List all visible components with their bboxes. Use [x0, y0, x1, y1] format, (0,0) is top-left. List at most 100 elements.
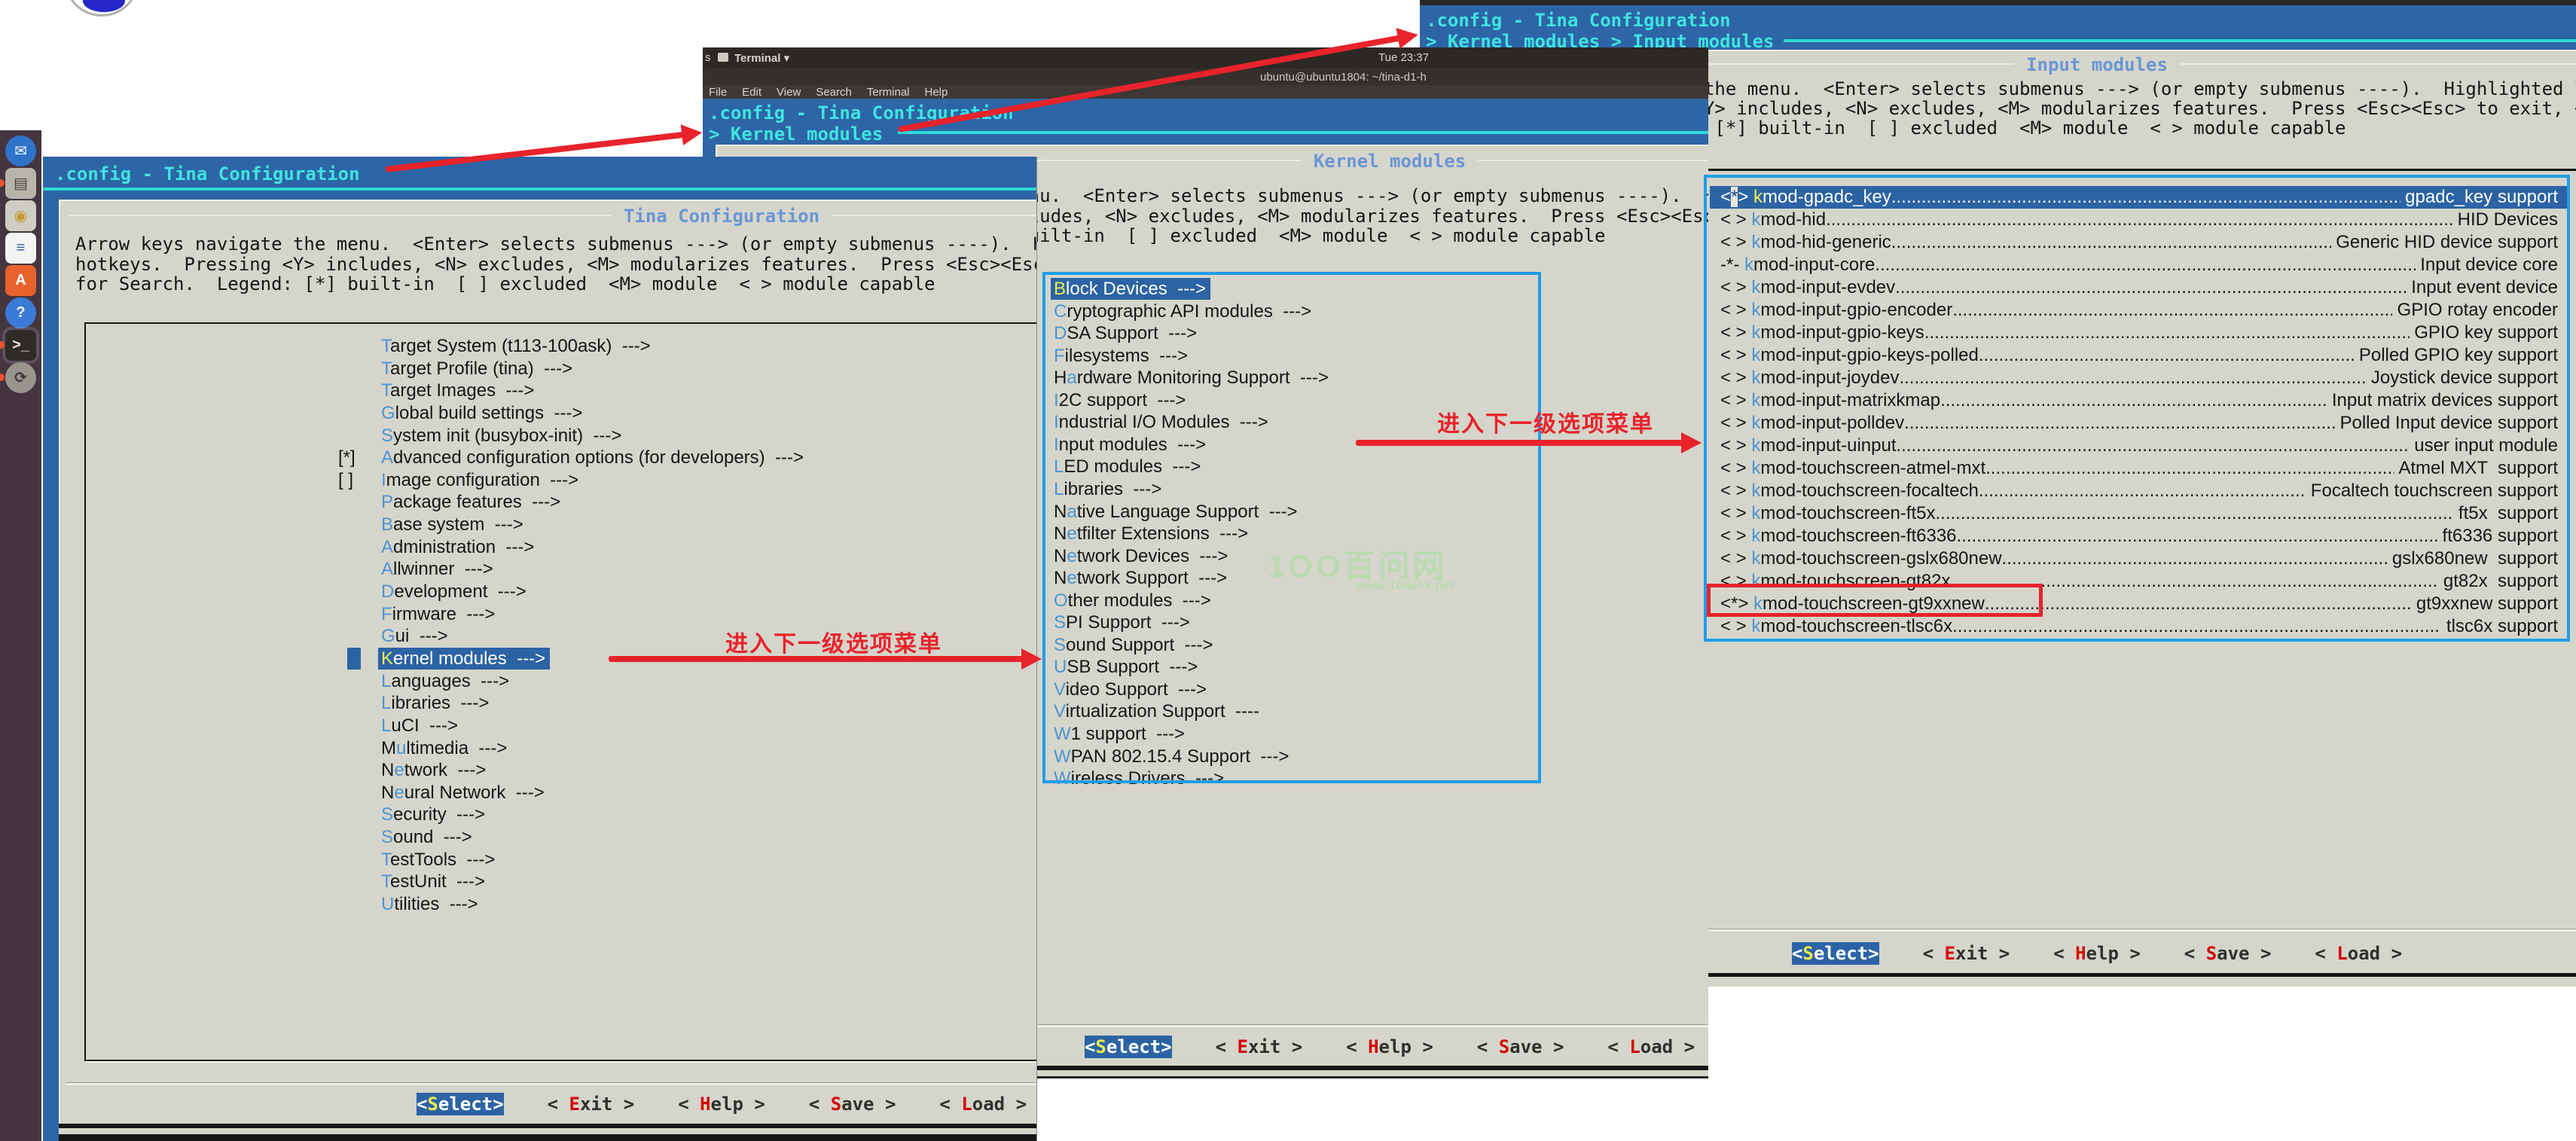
breadcrumb: > Kernel modules — [709, 124, 883, 145]
row-state-marker: < > — [1720, 457, 1751, 480]
panel-clock[interactable]: Tue 23:37 — [1378, 51, 1429, 64]
kmod-name: kmod-touchscreen-gslx680new — [1751, 548, 2001, 570]
kmod-row-kmod-touchscreen-gt82x[interactable]: < > kmod-touchscreen-gt82x..............… — [1710, 570, 2568, 593]
kmod-row-kmod-input-gpio-encoder[interactable]: < > kmod-input-gpio-encoder.............… — [1710, 299, 2568, 322]
button-select[interactable]: <Select> — [1792, 942, 1879, 965]
menu-item-target-images[interactable]: Target Images ---> — [86, 380, 1037, 401]
button-exit[interactable]: < Exit > — [548, 1093, 635, 1115]
menu-item-gui[interactable]: Gui ---> — [86, 625, 1037, 647]
menu-item-development[interactable]: Development ---> — [86, 581, 1037, 603]
menu-item-firmware[interactable]: Firmware ---> — [86, 603, 1037, 625]
menu-item-label: LuCI ---> — [378, 715, 462, 737]
kmod-row-kmod-input-gpio-keys-polled[interactable]: < > kmod-input-gpio-keys-polled.........… — [1710, 344, 2568, 367]
menubar-help[interactable]: Help — [925, 86, 948, 99]
kmod-row-kmod-gpadc-key[interactable]: <*> kmod-gpadc_key......................… — [1710, 186, 2568, 209]
menu-item-advanced-configuration-options-for-developers[interactable]: [*] Advanced configuration options (for … — [86, 447, 1037, 468]
menu-list: Target System (t113-100ask) --->Target P… — [84, 322, 1037, 1061]
menu-item-sound[interactable]: Sound ---> — [86, 826, 1037, 848]
terminal-icon[interactable]: >_ — [5, 330, 36, 361]
menu-item-label: DSA Support ---> — [1051, 322, 1201, 344]
menubar-search[interactable]: Search — [816, 86, 852, 99]
menu-item-package-features[interactable]: Package features ---> — [86, 491, 1037, 513]
ubuntu-software-icon[interactable]: A — [5, 265, 36, 296]
panel-app-menu[interactable]: Terminal ▾ — [734, 51, 789, 65]
menu-item-target-profile-tina[interactable]: Target Profile (tina) ---> — [86, 358, 1037, 380]
button-help[interactable]: < Help > — [678, 1093, 765, 1115]
kmod-row-kmod-input-joydev[interactable]: < > kmod-input-joydev...................… — [1710, 367, 2568, 389]
row-state-marker: < > — [1720, 570, 1751, 593]
kmod-row-kmod-input-gpio-keys[interactable]: < > kmod-input-gpio-keys................… — [1710, 322, 2568, 344]
button-select[interactable]: <Select> — [417, 1093, 504, 1115]
kmod-row-kmod-input-core[interactable]: -*- kmod-input-core.....................… — [1710, 254, 2568, 276]
menu-item-languages[interactable]: Languages ---> — [86, 670, 1037, 692]
kmod-row-kmod-hid[interactable]: < > kmod-hid............................… — [1710, 209, 2568, 231]
menu-item-system-init-busybox-init[interactable]: System init (busybox-init) ---> — [86, 425, 1037, 447]
menu-item-label: Wireless Drivers ---> — [1051, 767, 1228, 789]
dot-leader: ........................................… — [1896, 435, 2409, 457]
window-titlebar[interactable]: ubuntu@ubuntu1804: ~/tina-d1-h — [703, 69, 1708, 85]
button-load[interactable]: < Load > — [1607, 1036, 1695, 1058]
button-help[interactable]: < Help > — [2053, 942, 2141, 965]
thunderbird-icon[interactable]: ✉ — [5, 136, 36, 166]
rhythmbox-icon[interactable]: ◉ — [5, 200, 36, 231]
kmod-row-kmod-input-polldev[interactable]: < > kmod-input-polldev..................… — [1710, 412, 2568, 435]
window-title: ubuntu@ubuntu1804: ~/tina-d1-h — [1260, 71, 1427, 84]
menu-item-base-system[interactable]: Base system ---> — [86, 514, 1037, 535]
button-load[interactable]: < Load > — [939, 1093, 1027, 1115]
menu-item-global-build-settings[interactable]: Global build settings ---> — [86, 402, 1037, 424]
button-save[interactable]: < Save > — [809, 1093, 896, 1115]
kmod-row-kmod-touchscreen-ft6336[interactable]: < > kmod-touchscreen-ft6336.............… — [1710, 525, 2568, 548]
menu-item-utilities[interactable]: Utilities ---> — [86, 893, 1037, 915]
menu-item-testunit[interactable]: TestUnit ---> — [86, 871, 1037, 892]
menu-item-administration[interactable]: Administration ---> — [86, 536, 1037, 558]
menu-item-luci[interactable]: LuCI ---> — [86, 715, 1037, 737]
menubar-terminal[interactable]: Terminal — [867, 86, 910, 99]
kmod-row-kmod-touchscreen-ft5x[interactable]: < > kmod-touchscreen-ft5x...............… — [1710, 502, 2568, 525]
menubar-view[interactable]: View — [777, 86, 801, 99]
button-load[interactable]: < Load > — [2315, 942, 2402, 965]
row-state-marker: < > — [1720, 276, 1751, 299]
software-updater-icon[interactable]: ⟳ — [5, 362, 36, 393]
running-indicator-dot — [0, 374, 5, 381]
menubar-edit[interactable]: Edit — [742, 86, 762, 99]
menu-item-kernel-modules[interactable]: Kernel modules ---> — [86, 648, 1037, 670]
menu-item-security[interactable]: Security ---> — [86, 804, 1037, 825]
kmod-name: kmod-input-evdev — [1751, 276, 1895, 299]
menu-item-libraries[interactable]: Libraries ---> — [86, 692, 1037, 714]
button-exit[interactable]: < Exit > — [1923, 942, 2010, 965]
help-icon[interactable]: ? — [5, 297, 36, 328]
menu-item-label: Network ---> — [378, 759, 490, 781]
button-exit[interactable]: < Exit > — [1216, 1036, 1303, 1058]
kmod-row-kmod-hid-generic[interactable]: < > kmod-hid-generic....................… — [1710, 231, 2568, 254]
kmod-row-kmod-input-uinput[interactable]: < > kmod-input-uinput...................… — [1710, 435, 2568, 457]
menu-item-allwinner[interactable]: Allwinner ---> — [86, 558, 1037, 580]
menubar-file[interactable]: File — [709, 86, 727, 99]
menu-item-testtools[interactable]: TestTools ---> — [86, 849, 1037, 871]
kmod-row-kmod-touchscreen-focaltech[interactable]: < > kmod-touchscreen-focaltech..........… — [1710, 480, 2568, 502]
menu-item-label: Network Devices ---> — [1051, 545, 1232, 567]
menu-item-label: Libraries ---> — [1051, 478, 1166, 500]
button-help[interactable]: < Help > — [1346, 1036, 1433, 1058]
button-select[interactable]: <Select> — [1085, 1036, 1172, 1058]
menu-item-label: Base system ---> — [378, 514, 528, 535]
kmod-name: kmod-input-uinput — [1751, 435, 1896, 457]
kmod-row-kmod-touchscreen-atmel-mxt[interactable]: < > kmod-touchscreen-atmel-mxt..........… — [1710, 457, 2568, 480]
button-save[interactable]: < Save > — [1477, 1036, 1564, 1058]
button-save[interactable]: < Save > — [2184, 942, 2272, 965]
kmod-row-kmod-touchscreen-tlsc6x[interactable]: < > kmod-touchscreen-tlsc6x.............… — [1710, 615, 2568, 638]
libreoffice-writer-icon[interactable]: ≡ — [5, 233, 36, 264]
menu-item-multimedia[interactable]: Multimedia ---> — [86, 737, 1037, 759]
kmod-row-kmod-touchscreen-gslx680new[interactable]: < > kmod-touchscreen-gslx680new.........… — [1710, 548, 2568, 570]
row-state-marker: < > — [1720, 209, 1751, 231]
kmod-row-kmod-input-matrixkmap[interactable]: < > kmod-input-matrixkmap...............… — [1710, 389, 2568, 412]
dot-leader: ........................................… — [1985, 593, 2411, 615]
file-cabinet-icon[interactable]: ▤ — [5, 168, 36, 199]
divider-line — [898, 131, 1708, 134]
kmod-row-kmod-touchscreen-gt9xxnew[interactable]: <*> kmod-touchscreen-gt9xxnew...........… — [1710, 593, 2568, 615]
menu-item-neural-network[interactable]: Neural Network ---> — [86, 782, 1037, 804]
menu-item-image-configuration[interactable]: [ ] Image configuration ---> — [86, 469, 1037, 491]
kmod-description: gslx680new support — [2387, 548, 2558, 570]
menu-item-target-system-t113-100ask[interactable]: Target System (t113-100ask) ---> — [86, 335, 1037, 357]
kmod-row-kmod-input-evdev[interactable]: < > kmod-input-evdev....................… — [1710, 276, 2568, 299]
menu-item-network[interactable]: Network ---> — [86, 759, 1037, 781]
